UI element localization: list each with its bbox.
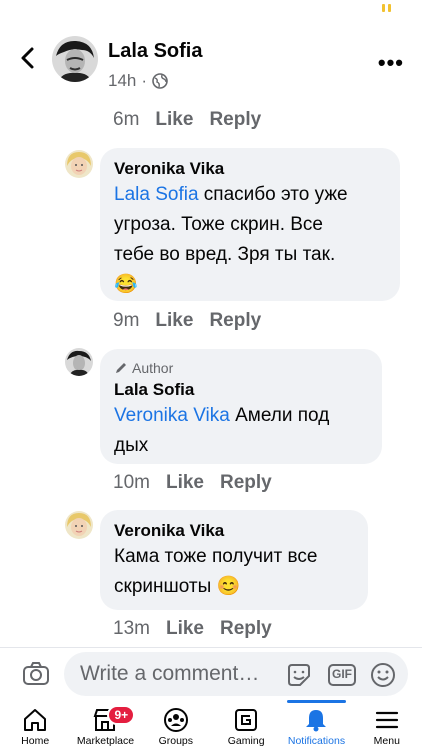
- laughing-emoji: 😂: [114, 274, 138, 295]
- globe-icon: [152, 73, 168, 89]
- author-tag: Author: [114, 359, 368, 377]
- comment-text-line: дых: [114, 435, 149, 456]
- comment-time: 13m: [113, 618, 150, 639]
- comment-input-placeholder: Write a comment…: [80, 662, 260, 685]
- comment-text-line: угроза. Тоже скрин. Все: [114, 214, 323, 235]
- comment-actions: 6m Like Reply: [113, 109, 261, 131]
- comment-text-line: спасибо это уже: [198, 184, 348, 205]
- nav-item-groups[interactable]: Groups: [141, 703, 211, 750]
- comment-bubble: Author Lala Sofia Veronika Vika Амели по…: [100, 349, 382, 464]
- comment-text: Veronika Vika Амели под дых: [114, 401, 368, 461]
- comment-text: Lala Sofia спасибо это уже угроза. Тоже …: [114, 180, 386, 300]
- groups-icon: [162, 707, 190, 733]
- commenter-name[interactable]: Veronika Vika: [114, 158, 386, 180]
- post-meta: 14h ·: [108, 71, 168, 91]
- menu-icon: [373, 707, 401, 733]
- avatar[interactable]: [65, 348, 93, 376]
- comment-text-line: Амели под: [229, 405, 330, 426]
- reply-button[interactable]: Reply: [220, 618, 272, 640]
- commenter-name[interactable]: Lala Sofia: [114, 379, 368, 401]
- author-name[interactable]: Lala Sofia: [108, 40, 202, 63]
- reply-button[interactable]: Reply: [220, 472, 272, 494]
- bottom-nav: Home 9+ Marketplace Groups Gaming Notifi…: [0, 700, 422, 750]
- comment-time: 10m: [113, 472, 150, 493]
- bell-icon: [302, 707, 330, 733]
- nav-label: Home: [21, 735, 50, 747]
- nav-item-gaming[interactable]: Gaming: [211, 703, 281, 750]
- comment-time: 9m: [113, 310, 140, 331]
- nav-label: Menu: [373, 735, 400, 747]
- commenter-name[interactable]: Veronika Vika: [114, 520, 354, 542]
- comment-composer: Write a comment… GIF: [0, 647, 422, 703]
- avatar[interactable]: [65, 150, 93, 178]
- comment-text-line: Кама тоже получит все: [114, 546, 318, 567]
- reply-button[interactable]: Reply: [209, 310, 261, 332]
- comment-actions: 10m Like Reply: [113, 472, 272, 494]
- post-header: Lala Sofia 14h · •••: [0, 30, 422, 100]
- avatar[interactable]: [52, 36, 98, 82]
- mention-link[interactable]: Veronika Vika: [114, 405, 230, 426]
- nav-label: Notifications: [287, 735, 346, 747]
- like-button[interactable]: Like: [166, 618, 204, 640]
- gif-label: GIF: [332, 667, 352, 681]
- smiling-emoji: 😊: [216, 576, 241, 597]
- nav-item-notifications[interactable]: Notifications: [281, 700, 351, 750]
- comment-bubble: Veronika Vika Lala Sofia спасибо это уже…: [100, 148, 400, 301]
- chevron-left-icon: [21, 47, 34, 69]
- like-button[interactable]: Like: [155, 310, 193, 332]
- comment-text-line: скриншоты: [114, 576, 217, 597]
- comment-actions: 13m Like Reply: [113, 618, 272, 640]
- comment-text: Кама тоже получит все скриншоты 😊: [114, 542, 354, 602]
- status-indicator: [388, 4, 391, 12]
- comment-bubble: Veronika Vika Кама тоже получит все скри…: [100, 510, 368, 610]
- camera-icon[interactable]: [22, 660, 50, 688]
- nav-item-home[interactable]: Home: [0, 703, 70, 750]
- like-button[interactable]: Like: [155, 109, 193, 131]
- comment-input[interactable]: Write a comment… GIF: [64, 652, 408, 696]
- emoji-icon[interactable]: [370, 662, 396, 688]
- comment-actions: 9m Like Reply: [113, 310, 261, 332]
- meta-separator: ·: [141, 71, 148, 90]
- nav-item-marketplace[interactable]: 9+ Marketplace: [70, 703, 140, 750]
- gaming-icon: [232, 707, 260, 733]
- back-button[interactable]: [16, 46, 40, 70]
- avatar-sticker-icon[interactable]: [286, 662, 312, 688]
- nav-item-menu[interactable]: Menu: [352, 703, 422, 750]
- reply-button[interactable]: Reply: [209, 109, 261, 131]
- author-tag-label: Author: [132, 360, 174, 376]
- gif-icon[interactable]: GIF: [327, 662, 357, 688]
- comment-time: 6m: [113, 109, 140, 130]
- home-icon: [21, 707, 49, 733]
- nav-label: Groups: [158, 735, 194, 747]
- nav-label: Marketplace: [76, 735, 135, 747]
- post-time: 14h: [108, 71, 137, 90]
- avatar[interactable]: [65, 511, 93, 539]
- status-indicator: [382, 4, 385, 12]
- mention-link[interactable]: Lala Sofia: [114, 184, 199, 205]
- nav-label: Gaming: [227, 735, 265, 747]
- comment-text-line: тебе во вред. Зря ты так.: [114, 244, 336, 265]
- notification-badge: 9+: [107, 705, 136, 725]
- pencil-icon: [116, 363, 126, 373]
- more-options-icon[interactable]: •••: [378, 50, 404, 76]
- like-button[interactable]: Like: [166, 472, 204, 494]
